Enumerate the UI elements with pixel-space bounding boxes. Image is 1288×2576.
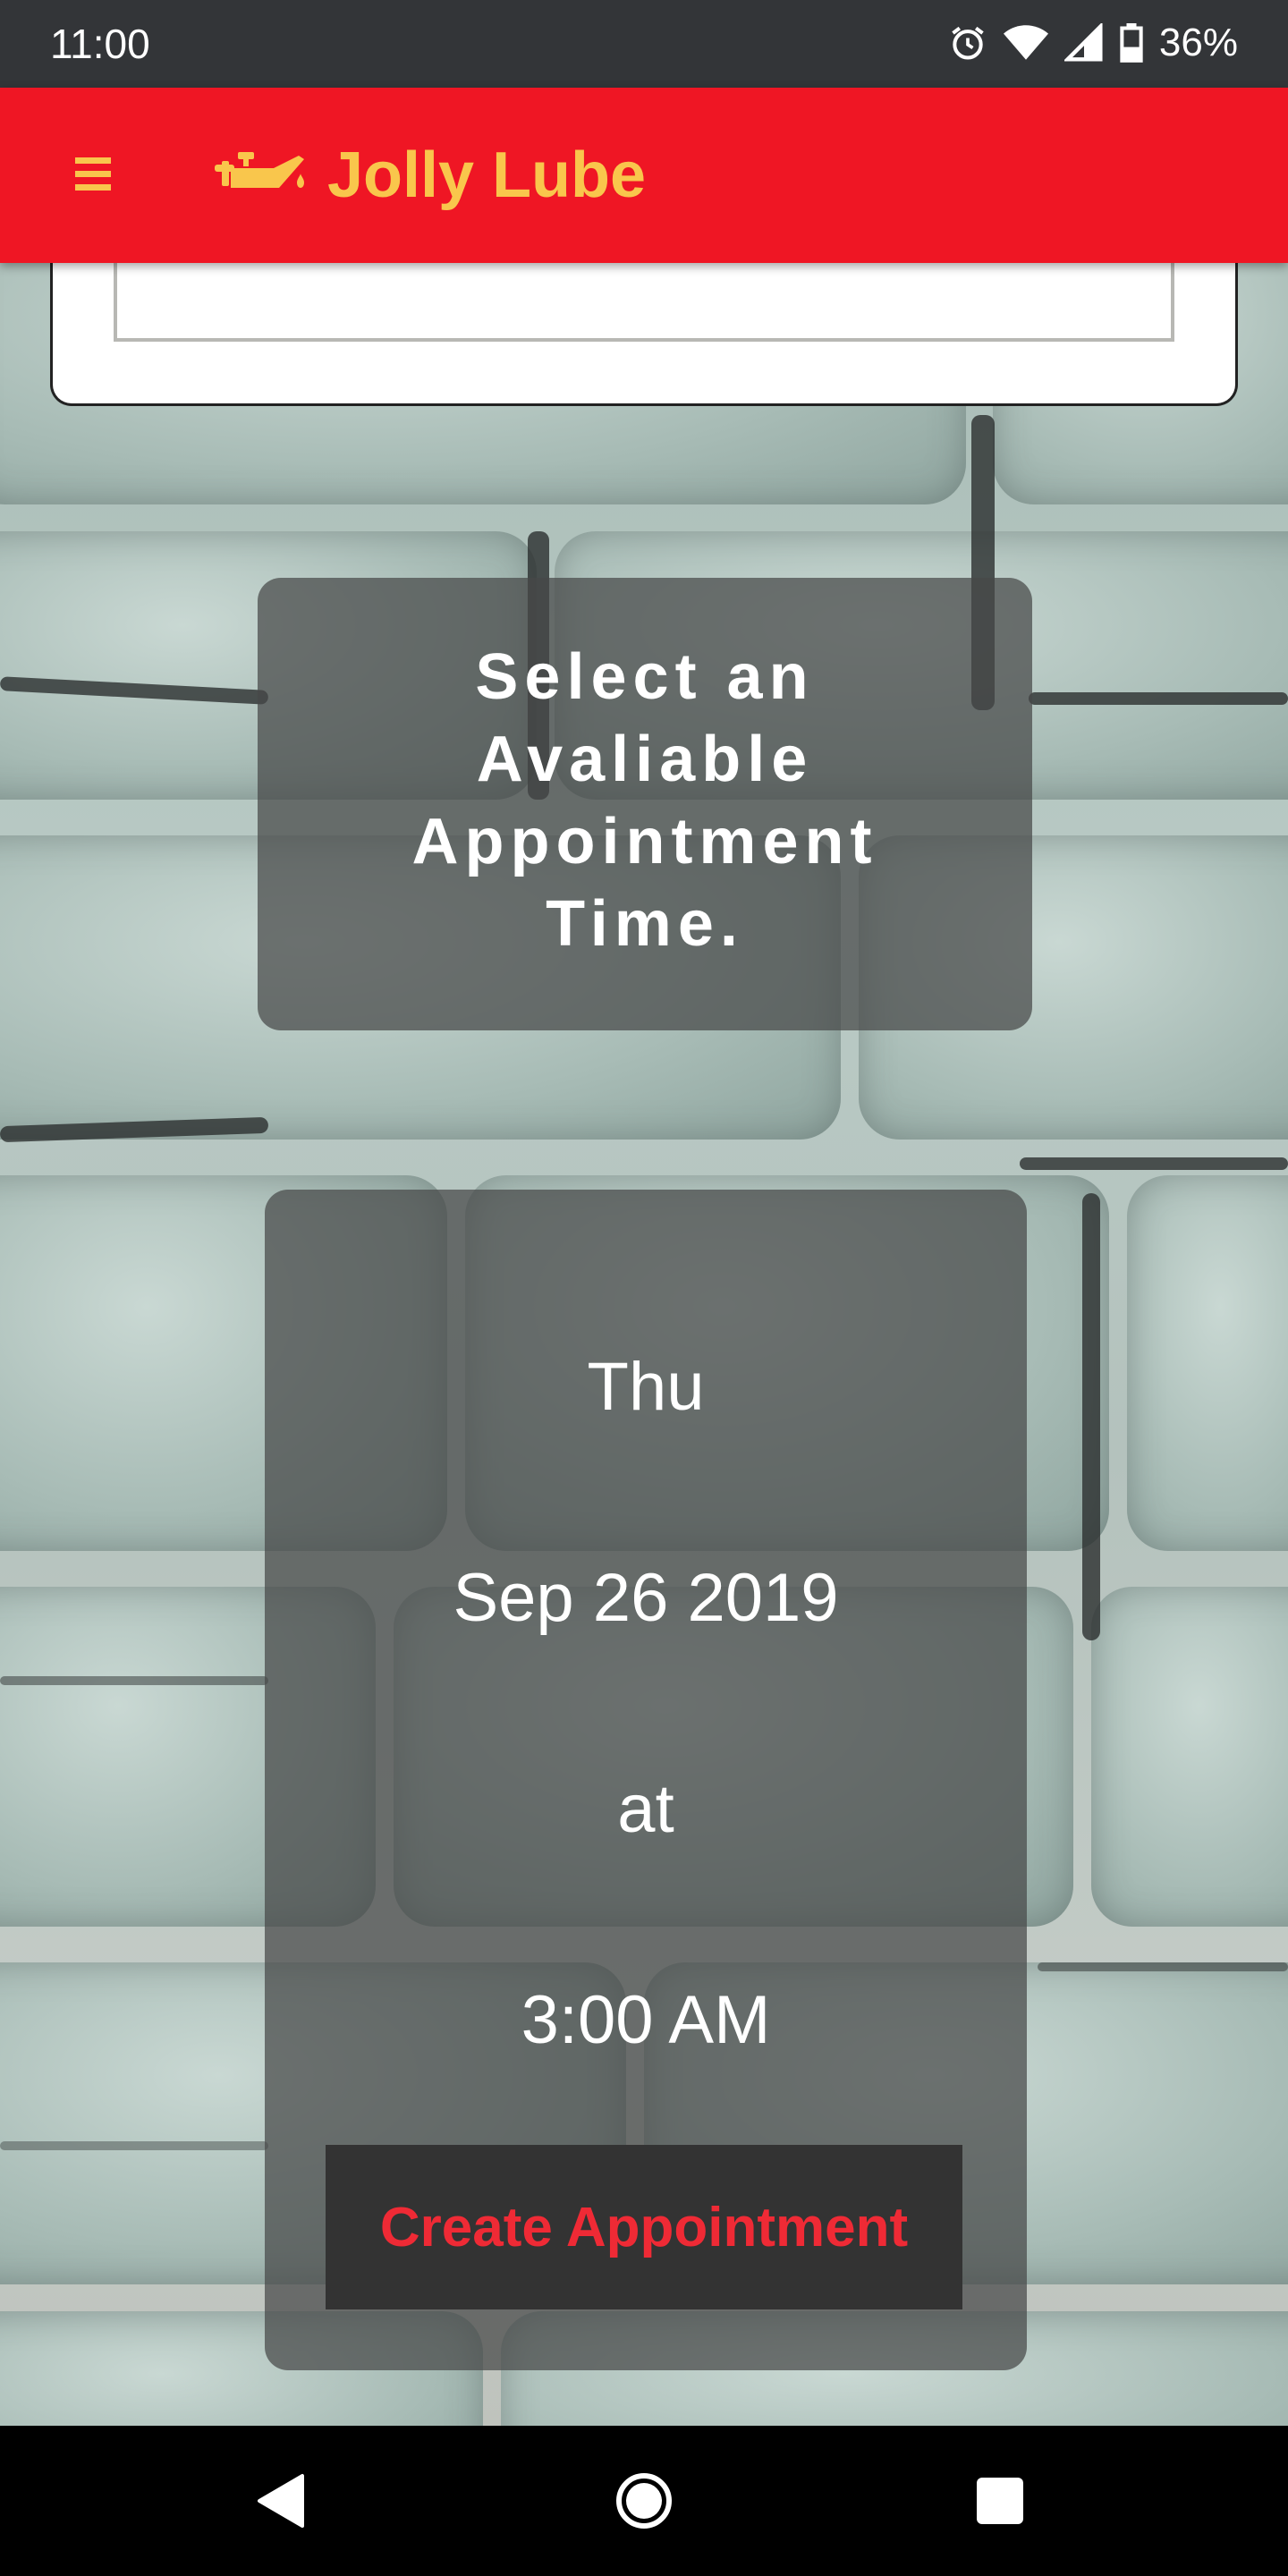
alarm-icon: [952, 26, 984, 60]
back-triangle-icon[interactable]: [250, 2469, 315, 2533]
battery-icon: [1120, 23, 1143, 63]
status-bar: 11:00 36%: [0, 0, 1288, 88]
recents-square-icon[interactable]: [968, 2469, 1032, 2533]
status-icons: 36%: [948, 16, 1238, 70]
create-appointment-button[interactable]: Create Appointment: [326, 2145, 962, 2309]
navigation-bar: [0, 2426, 1288, 2576]
signal-icon: [1063, 23, 1103, 62]
appointment-connector: at: [617, 1771, 674, 1847]
hamburger-menu-icon[interactable]: [75, 157, 111, 193]
status-time: 11:00: [50, 21, 150, 67]
app-title: Jolly Lube: [327, 140, 647, 211]
instructions-heading: Select an Avaliable Appointment Time.: [411, 641, 878, 960]
appointment-card: Thu Sep 26 2019 at 3:00 AM Create Appoin…: [265, 1190, 1027, 2370]
app-bar: Jolly Lube: [0, 88, 1288, 263]
appointment-day: Thu: [587, 1349, 705, 1425]
appointment-date: Sep 26 2019: [453, 1560, 839, 1636]
app-screen: 11:00 36% Jolly Lube Select an Avaliable…: [0, 0, 1288, 2576]
oil-can-icon: [215, 152, 304, 188]
instructions-panel: Select an Avaliable Appointment Time.: [258, 578, 1032, 1030]
home-circle-icon[interactable]: [612, 2469, 676, 2533]
brand[interactable]: Jolly Lube: [211, 127, 646, 224]
appointment-time: 3:00 AM: [521, 1982, 771, 2058]
wifi-icon: [1003, 25, 1048, 60]
battery-percent: 36%: [1158, 21, 1238, 64]
